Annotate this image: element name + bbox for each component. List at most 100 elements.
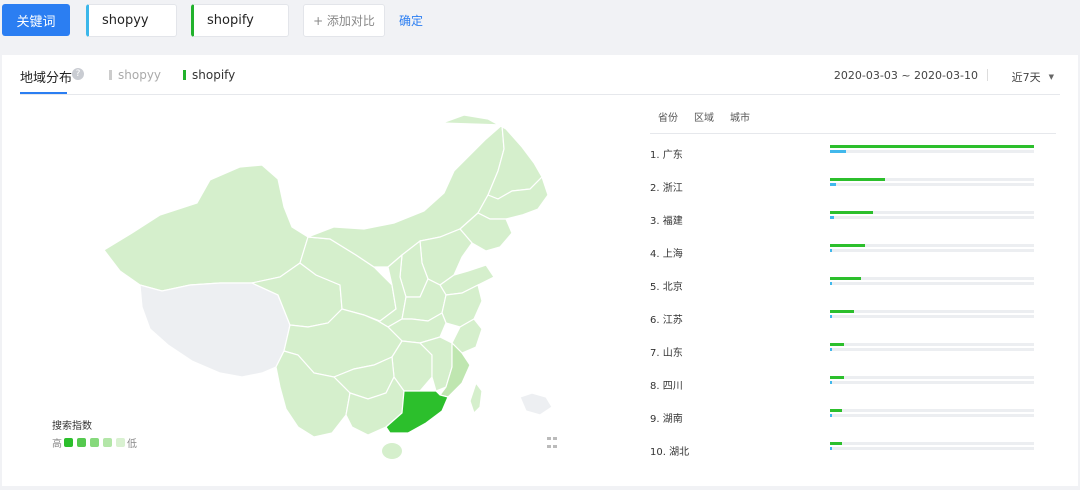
- scale-dot: [116, 438, 125, 447]
- tab-active-indicator: [20, 92, 67, 94]
- map-legend: 搜索指数 高 低: [52, 417, 137, 450]
- ranking-label: 7. 山东: [650, 348, 683, 359]
- shopyy-track: [830, 249, 1034, 252]
- shopify-track: [830, 178, 1034, 181]
- keyword-input-shopyy[interactable]: shopyy: [86, 4, 177, 37]
- shopyy-bar: [830, 315, 833, 318]
- legend-swatch-shopyy: [109, 70, 112, 80]
- shopyy-track: [830, 414, 1034, 417]
- map-legend-title: 搜索指数: [52, 421, 92, 432]
- shopyy-track: [830, 381, 1034, 384]
- ranking-row: 9. 湖南: [650, 399, 1056, 432]
- map-region-xinjiang[interactable]: [103, 164, 309, 292]
- shopify-bar: [830, 145, 1034, 148]
- legend-label-shopyy: shopyy: [118, 68, 162, 82]
- ranking-row: 7. 山东: [650, 333, 1056, 366]
- ranking-label: 9. 湖南: [650, 414, 683, 425]
- tab-city[interactable]: 城市: [730, 109, 750, 124]
- shopify-track: [830, 211, 1034, 214]
- shopyy-bar: [830, 249, 833, 252]
- help-icon[interactable]: ?: [72, 68, 84, 80]
- shopyy-bar: [830, 282, 833, 285]
- ranking-tabs: 省份 区域 城市: [650, 100, 1056, 134]
- legend-label-shopify: shopify: [192, 68, 236, 82]
- shopify-bar: [830, 211, 873, 214]
- confirm-link[interactable]: 确定: [399, 12, 423, 29]
- legend-swatch-shopify: [183, 70, 186, 80]
- south-sea-inset: [519, 392, 557, 448]
- shopyy-bar: [830, 447, 833, 450]
- ranking-list: 1. 广东 2. 浙江 3. 福建 4. 上海 5. 北京 6. 江苏 7. 山东 8. 四川…: [650, 135, 1056, 465]
- shopyy-track: [830, 447, 1034, 450]
- legend-shopyy[interactable]: shopyy: [109, 68, 161, 82]
- tab-province[interactable]: 省份: [658, 109, 678, 124]
- shopify-bar: [830, 244, 865, 247]
- ranking-row: 1. 广东: [650, 135, 1056, 168]
- scale-dot: [64, 438, 73, 447]
- shopify-bar: [830, 376, 845, 379]
- ranking-label: 3. 福建: [650, 216, 683, 227]
- ranking-row: 8. 四川: [650, 366, 1056, 399]
- tab-area[interactable]: 区域: [694, 109, 714, 124]
- shopyy-bar: [830, 150, 847, 153]
- add-compare-button[interactable]: + 添加对比: [303, 4, 385, 37]
- panel-header: 地域分布 ? shopyy shopify 2020-03-03 ~ 2020-…: [20, 55, 1060, 95]
- shopify-bar: [830, 310, 855, 313]
- date-range: 2020-03-03 ~ 2020-03-10: [833, 69, 978, 82]
- map-region-tibet[interactable]: [139, 282, 291, 378]
- shopify-bar: [830, 409, 843, 412]
- shopyy-track: [830, 315, 1034, 318]
- shopify-bar: [830, 442, 843, 445]
- shopify-track: [830, 376, 1034, 379]
- shopify-track: [830, 310, 1034, 313]
- shopify-track: [830, 442, 1034, 445]
- shopyy-bar: [830, 183, 837, 186]
- toolbar: 关键词 shopyy shopify + 添加对比 确定: [0, 0, 1080, 46]
- ranking-row: 2. 浙江: [650, 168, 1056, 201]
- ranking-label: 1. 广东: [650, 150, 683, 161]
- shopify-track: [830, 409, 1034, 412]
- ranking-label: 10. 湖北: [650, 447, 690, 458]
- scale-dot: [77, 438, 86, 447]
- ranking-label: 6. 江苏: [650, 315, 683, 326]
- period-select[interactable]: 近7天 ▼: [1012, 69, 1054, 85]
- map-region-taiwan[interactable]: [469, 381, 483, 415]
- shopify-bar: [830, 343, 845, 346]
- ranking-label: 4. 上海: [650, 249, 683, 260]
- ranking-row: 6. 江苏: [650, 300, 1056, 333]
- shopyy-bar: [830, 381, 833, 384]
- ranking-label: 5. 北京: [650, 282, 683, 293]
- scale-dot: [90, 438, 99, 447]
- shopyy-track: [830, 216, 1034, 219]
- ranking-label: 8. 四川: [650, 381, 683, 392]
- shopyy-track: [830, 282, 1034, 285]
- scale-high-label: 高: [52, 439, 62, 450]
- shopyy-bar: [830, 216, 835, 219]
- shopyy-bar: [830, 348, 833, 351]
- ranking-row: 10. 湖北: [650, 432, 1056, 465]
- ranking-row: 3. 福建: [650, 201, 1056, 234]
- shopify-track: [830, 244, 1034, 247]
- shopyy-track: [830, 150, 1034, 153]
- tab-region-distribution[interactable]: 地域分布: [20, 67, 72, 86]
- shopyy-track: [830, 183, 1034, 186]
- scale-dot: [103, 438, 112, 447]
- keyword-input-shopify[interactable]: shopify: [191, 4, 289, 37]
- shopify-track: [830, 277, 1034, 280]
- map-region-hainan[interactable]: [382, 443, 402, 459]
- shopify-track: [830, 145, 1034, 148]
- ranking-row: 5. 北京: [650, 267, 1056, 300]
- ranking-row: 4. 上海: [650, 234, 1056, 267]
- caret-down-icon: ▼: [1048, 73, 1054, 81]
- keyword-button[interactable]: 关键词: [2, 4, 70, 36]
- china-map: [103, 115, 557, 459]
- shopify-track: [830, 343, 1034, 346]
- legend-shopify[interactable]: shopify: [183, 68, 235, 82]
- period-label: 近7天: [1011, 71, 1041, 84]
- shopify-bar: [830, 178, 886, 181]
- scale-low-label: 低: [127, 439, 137, 450]
- shopyy-track: [830, 348, 1034, 351]
- map-legend-scale: 高 低: [52, 435, 137, 450]
- divider: [987, 69, 988, 81]
- ranking-label: 2. 浙江: [650, 183, 683, 194]
